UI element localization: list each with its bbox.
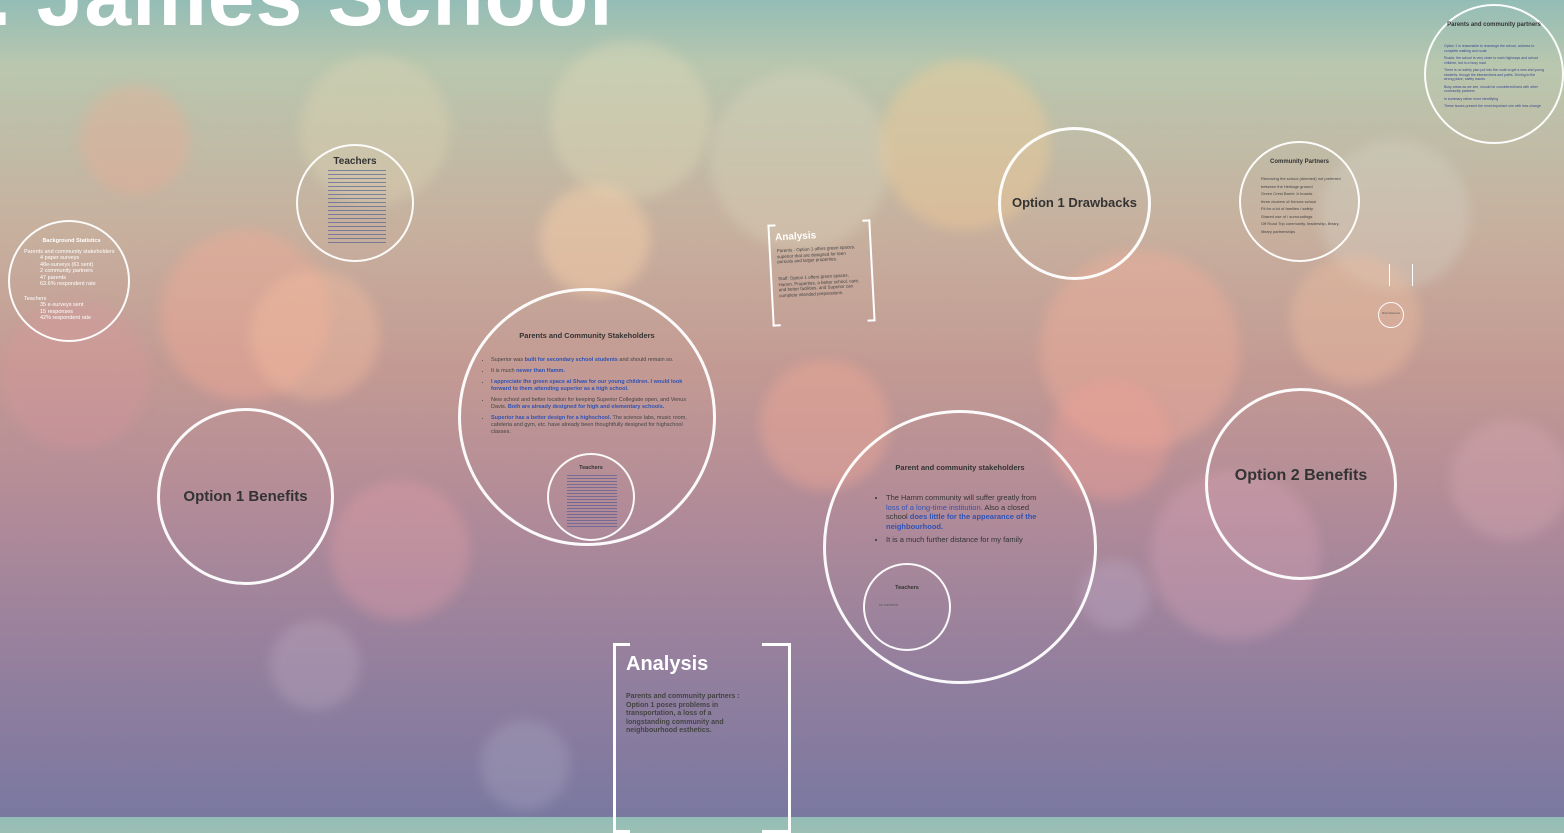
parents-stakeholders-heading: Parents and Community Stakeholders (519, 331, 655, 340)
analysis-small-text: Parents - Option 1 offers green spaces, … (776, 244, 856, 265)
analysis-big-heading: Analysis (626, 653, 709, 675)
short-statement-text: Short Statement (1381, 312, 1401, 315)
partner-line: Roads: the school is very close to main … (1444, 56, 1539, 65)
analysis-small-heading: Analysis (774, 230, 817, 244)
community-partner-line: Off Road Trip community, leadership, lib… (1261, 221, 1340, 234)
option1-benefits-node[interactable]: Option 1 Benefits (157, 408, 334, 585)
partner-line: Option 1 is reasonable to rearrange the … (1444, 44, 1535, 53)
option2-benefits-label: Option 2 Benefits (1234, 467, 1368, 484)
inner-teachers-heading-2: Teachers (895, 585, 919, 591)
community-partner-line: Fit for a lot of families / safety (1261, 206, 1314, 211)
stat-line: 63.6% respondent rate (40, 281, 96, 287)
option2-benefits-node[interactable]: Option 2 Benefits (1205, 388, 1397, 580)
stakeholder-point: Superior was built for secondary school … (491, 357, 698, 364)
stat-line: 42% respondent rate (40, 315, 92, 321)
inner-teachers-heading: Teachers (579, 465, 603, 471)
analysis-big-text: Parents and community partners : Option … (626, 693, 740, 734)
partner-line: In summary rather more identifying (1444, 96, 1499, 101)
option1-benefits-label: Option 1 Benefits (183, 488, 308, 505)
inner-teachers-text-block (567, 475, 617, 527)
community-partner-line: between the Heritage ground (1261, 183, 1313, 189)
analysis-small-text: Staff: Option 1 offers green spaces, Ham… (778, 272, 860, 298)
background-statistics-node[interactable]: Background Statistics Parents and commun… (8, 220, 130, 342)
presentation-title: . James School (0, 0, 614, 45)
community-partner-line: Removing the school (deemed) not preferr… (1261, 176, 1341, 181)
analysis-big-node[interactable]: Analysis Parents and community partners … (613, 643, 791, 833)
teachers-node[interactable]: Teachers (296, 144, 414, 262)
option1-drawbacks-node[interactable]: Option 1 Drawbacks (998, 127, 1151, 280)
parent-stakeholders-heading-2: Parent and community stakeholders (895, 463, 1025, 472)
stakeholder-point: New school and better location for keepi… (491, 397, 698, 411)
community-partners-heading: Community Partners (1269, 159, 1329, 165)
parent-stakeholders-node-2[interactable]: Parent and community stakeholders The Ha… (823, 410, 1097, 684)
partners-topright-node[interactable]: Parents and community partners Option 1 … (1424, 4, 1564, 144)
community-partner-line: three clusters of Kenora school (1261, 198, 1317, 204)
stakeholder-point: Superior has a better design for a highs… (491, 415, 698, 436)
teachers-text-block (328, 170, 386, 246)
analysis-small-node[interactable]: Analysis Parents - Option 1 offers green… (767, 219, 876, 327)
stakeholder-point: I appreciate the green space at Shaw for… (491, 379, 698, 393)
stakeholder2-point: The Hamm community will suffer greatly f… (886, 493, 1050, 531)
partner-line: There is no safety plan put into the rou… (1444, 68, 1545, 81)
community-partners-node[interactable]: Community Partners Removing the school (… (1239, 141, 1360, 262)
short-statement-node[interactable]: Short Statement (1378, 302, 1404, 328)
community-partner-line: Green Crest Barrie Jr boards (1261, 191, 1313, 196)
parents-stakeholders-node[interactable]: Parents and Community Stakeholders Super… (458, 288, 716, 546)
tiny-bracket-node[interactable] (1389, 264, 1413, 286)
partner-line: These issues present the most important … (1444, 104, 1541, 108)
stakeholder2-point: It is a much further distance for my fam… (886, 535, 1050, 545)
stakeholder-point: It is much newer than Hamm. (491, 368, 698, 375)
teachers-heading: Teachers (333, 156, 377, 167)
community-partner-line: Shared use of / surroundings (1261, 213, 1313, 219)
inner-teachers-text-2: no concerns (879, 603, 899, 607)
inner-teachers-node[interactable]: Teachers (547, 453, 635, 541)
background-statistics-heading: Background Statistics (42, 238, 101, 244)
option1-drawbacks-label: Option 1 Drawbacks (1012, 195, 1137, 210)
partner-line: Busy areas as we see, should be consider… (1444, 84, 1539, 94)
inner-teachers-node-2[interactable]: Teachers no concerns (863, 563, 951, 651)
partners-topright-heading: Parents and community partners (1447, 22, 1541, 28)
